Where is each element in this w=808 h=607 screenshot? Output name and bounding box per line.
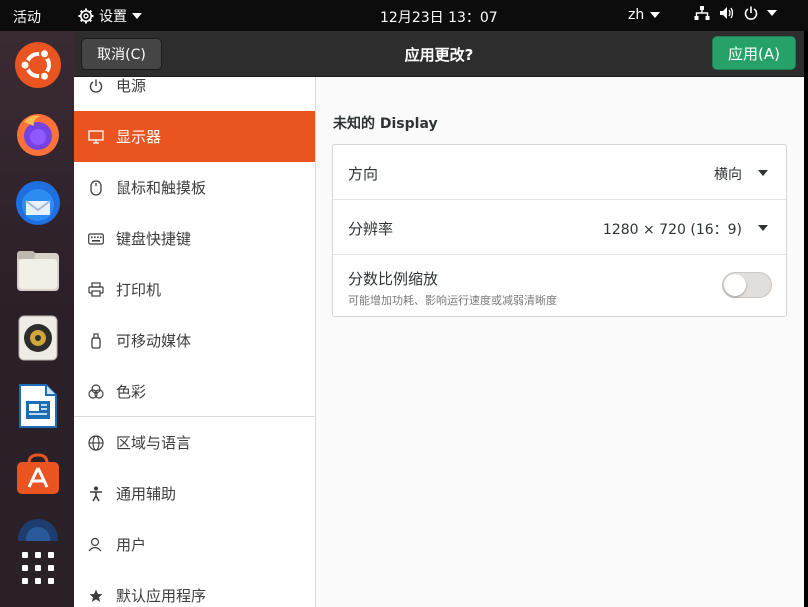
fractional-scaling-description: 可能增加功耗、影响运行速度或减弱清晰度 (348, 294, 557, 307)
toggle-knob (724, 274, 746, 296)
sidebar-item-display[interactable]: 显示器 (74, 111, 315, 162)
chevron-down-icon (758, 225, 768, 231)
screen-edge (804, 31, 808, 607)
system-tray[interactable] (694, 6, 777, 20)
clock[interactable]: 12月23日 13：07 (380, 7, 498, 27)
activities-button[interactable]: 活动 (13, 7, 41, 27)
chevron-down-icon (132, 13, 142, 19)
gear-icon (78, 8, 94, 24)
orientation-row[interactable]: 方向 横向 (333, 145, 786, 200)
display-section-title: 未知的 Display (333, 116, 438, 132)
resolution-value: 1280 × 720 (16：9) (602, 222, 742, 238)
sidebar-item-label: 区域与语言 (116, 434, 192, 452)
firefox-icon[interactable] (14, 110, 62, 158)
color-icon (88, 384, 104, 400)
thunderbird-icon[interactable] (14, 179, 62, 227)
input-method-label: zh (628, 7, 645, 23)
display-settings-card: 方向 横向 分辨率 1280 × 720 (16：9) 分数比例缩放 可能增加功… (332, 144, 787, 317)
apply-button[interactable]: 应用(A) (712, 36, 796, 70)
sidebar-item-mouse[interactable]: 鼠标和触摸板 (74, 162, 315, 213)
orientation-label: 方向 (348, 165, 379, 183)
settings-window: 取消(C) 应用更改? 应用(A) 电源 显示器 鼠标和触摸板 键盘快捷键 打印… (74, 31, 804, 607)
sidebar-item-label: 电源 (116, 77, 147, 95)
sidebar-item-printers[interactable]: 打印机 (74, 264, 315, 315)
power-icon (88, 78, 104, 94)
sidebar-item-accessibility[interactable]: 通用辅助 (74, 468, 315, 519)
mouse-icon (88, 179, 104, 196)
chevron-down-icon (767, 10, 777, 16)
app-menu-label: 设置 (99, 9, 127, 25)
sidebar-item-keyboard[interactable]: 键盘快捷键 (74, 213, 315, 264)
show-apps-icon[interactable] (14, 544, 62, 592)
fractional-scaling-label: 分数比例缩放 (348, 270, 439, 288)
sidebar-item-users[interactable]: 用户 (74, 519, 315, 570)
input-method-indicator[interactable]: zh (628, 7, 661, 23)
ubuntu-icon[interactable] (14, 41, 62, 89)
sidebar-item-label: 通用辅助 (116, 485, 177, 503)
globe-icon (88, 434, 104, 451)
users-icon (88, 537, 104, 553)
sidebar-item-label: 可移动媒体 (116, 332, 192, 350)
sidebar-item-label: 色彩 (116, 383, 147, 401)
libreoffice-writer-icon[interactable] (14, 382, 62, 430)
software-icon[interactable] (14, 450, 62, 498)
header-bar: 取消(C) 应用更改? 应用(A) (74, 31, 804, 77)
orientation-value: 横向 (714, 167, 742, 183)
sidebar-item-label: 显示器 (116, 128, 162, 146)
chevron-down-icon (758, 170, 768, 176)
display-icon (88, 129, 104, 145)
removable-media-icon (88, 332, 104, 349)
resolution-label: 分辨率 (348, 220, 394, 238)
sidebar-item-removable-media[interactable]: 可移动媒体 (74, 315, 315, 366)
fractional-scaling-row: 分数比例缩放 可能增加功耗、影响运行速度或减弱清晰度 (333, 255, 786, 317)
cancel-button[interactable]: 取消(C) (81, 38, 162, 70)
chevron-down-icon (650, 12, 661, 18)
sidebar-item-color[interactable]: 色彩 (74, 366, 315, 417)
help-icon[interactable] (14, 517, 62, 541)
dialog-title: 应用更改? (404, 46, 474, 64)
star-icon (88, 588, 104, 604)
sidebar-item-power[interactable]: 电源 (74, 77, 315, 111)
app-menu[interactable]: 设置 (78, 6, 142, 26)
sidebar-item-default-apps[interactable]: 默认应用程序 (74, 570, 315, 607)
dock (0, 31, 74, 607)
sidebar-item-label: 键盘快捷键 (116, 230, 192, 248)
sidebar-item-region-language[interactable]: 区域与语言 (74, 417, 315, 468)
fractional-scaling-toggle[interactable] (722, 272, 772, 298)
sidebar-item-label: 默认应用程序 (116, 587, 207, 605)
sidebar-item-label: 用户 (116, 536, 147, 554)
resolution-row[interactable]: 分辨率 1280 × 720 (16：9) (333, 200, 786, 255)
power-icon (744, 6, 758, 20)
accessibility-icon (88, 486, 104, 502)
network-icon (694, 6, 710, 20)
rhythmbox-icon[interactable] (14, 314, 62, 362)
keyboard-icon (88, 231, 104, 247)
printer-icon (88, 282, 104, 298)
sidebar-item-label: 打印机 (116, 281, 162, 299)
files-icon[interactable] (14, 247, 62, 295)
top-bar: 活动 设置 12月23日 13：07 zh (0, 0, 808, 31)
volume-icon (720, 7, 734, 19)
settings-sidebar: 电源 显示器 鼠标和触摸板 键盘快捷键 打印机 可移动媒体 色彩 区域与语言 通… (74, 77, 316, 607)
display-panel: 未知的 Display 方向 横向 分辨率 1280 × 720 (16：9) … (317, 77, 804, 607)
sidebar-item-label: 鼠标和触摸板 (116, 179, 207, 197)
